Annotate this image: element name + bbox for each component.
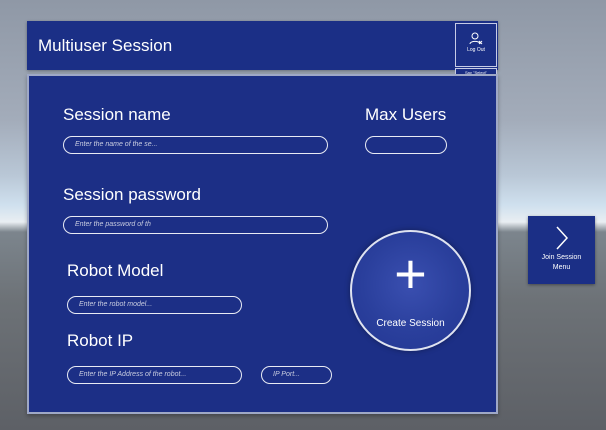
robot-ip-label: Robot IP	[67, 331, 134, 350]
chevron-right-icon	[555, 226, 568, 250]
session-header: Multiuser Session	[27, 21, 498, 70]
robot-port-input[interactable]: IP Port...	[261, 366, 332, 384]
logout-button[interactable]: Log Out	[455, 23, 497, 67]
user-logout-icon	[469, 32, 483, 45]
create-session-button[interactable]: + Create Session	[350, 230, 471, 351]
header-title: Multiuser Session	[38, 36, 173, 55]
max-users-input[interactable]	[365, 136, 447, 154]
join-session-label-line1: Join Session	[541, 254, 582, 261]
logout-label: Log Out	[467, 47, 485, 53]
robot-ip-input[interactable]: Enter the IP Address of the robot...	[67, 366, 242, 384]
create-session-label: Create Session	[376, 318, 445, 329]
join-session-menu-button[interactable]: Join Session Menu	[528, 216, 595, 284]
session-name-label: Session name	[63, 105, 171, 124]
session-password-label: Session password	[63, 185, 201, 204]
plus-icon: +	[394, 242, 427, 305]
robot-model-label: Robot Model	[67, 261, 164, 280]
join-session-label-line2: Menu	[552, 264, 571, 271]
session-password-input[interactable]: Enter the password of th	[63, 216, 328, 234]
max-users-label: Max Users	[365, 105, 447, 124]
robot-model-input[interactable]: Enter the robot model...	[67, 296, 242, 314]
session-name-input[interactable]: Enter the name of the se...	[63, 136, 328, 154]
